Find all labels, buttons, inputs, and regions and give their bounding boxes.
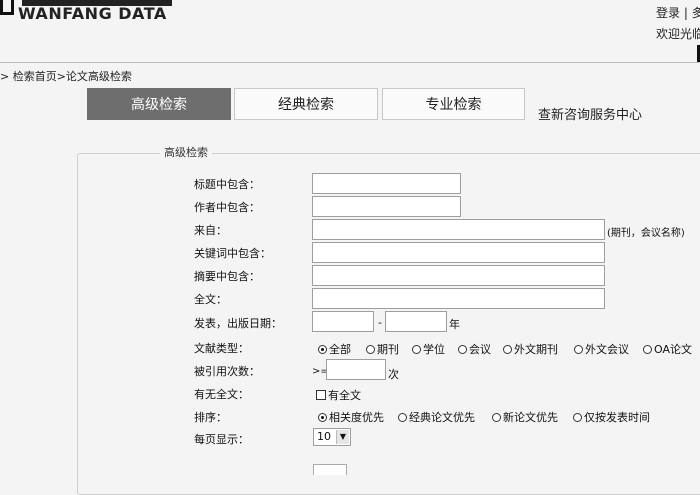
doctype-option-oa[interactable]: OA论文 (643, 341, 692, 357)
radio-icon[interactable] (643, 345, 652, 354)
radio-icon[interactable] (412, 345, 421, 354)
radio-icon[interactable] (398, 413, 407, 422)
perpage-label: 每页显示： (194, 433, 249, 446)
tab-professional-search[interactable]: 专业检索 (382, 88, 525, 120)
date-label: 发表，出版日期： (194, 317, 282, 330)
radio-icon[interactable] (492, 413, 501, 422)
perpage-select[interactable]: 10 ▼ (313, 428, 351, 446)
fieldset-legend: 高级检索 (160, 144, 212, 160)
sort-option-publish-time[interactable]: 仅按发表时间 (573, 409, 650, 425)
radio-icon[interactable] (318, 345, 327, 354)
login-link[interactable]: 登录 | 多 (656, 4, 700, 21)
sort-option-newest[interactable]: 新论文优先 (492, 409, 558, 425)
source-label: 来自： (194, 224, 227, 237)
author-label: 作者中包含： (194, 201, 260, 214)
header-divider (0, 62, 700, 63)
doctype-option-all[interactable]: 全部 (318, 341, 351, 357)
title-label: 标题中包含： (194, 178, 260, 191)
doctype-option-journal[interactable]: 期刊 (366, 341, 399, 357)
cited-count-input[interactable] (326, 359, 386, 380)
radio-icon[interactable] (574, 345, 583, 354)
fulltext-label: 全文： (194, 293, 227, 306)
chevron-down-icon[interactable]: ▼ (336, 430, 349, 444)
hasfull-option[interactable]: 有全文 (316, 387, 361, 403)
sort-label: 排序： (194, 411, 227, 424)
hasfull-label: 有无全文： (194, 388, 249, 401)
radio-icon[interactable] (573, 413, 582, 422)
consult-service-link[interactable]: 查新咨询服务中心 (538, 104, 642, 123)
keyword-label: 关键词中包含： (194, 247, 271, 260)
author-input[interactable] (312, 196, 461, 217)
date-from-input[interactable] (312, 311, 374, 332)
perpage-value: 10 (317, 430, 331, 443)
date-separator: - (378, 316, 382, 329)
radio-icon[interactable] (503, 345, 512, 354)
doctype-option-thesis[interactable]: 学位 (412, 341, 445, 357)
sort-option-classic[interactable]: 经典论文优先 (398, 409, 475, 425)
keyword-input[interactable] (312, 242, 605, 263)
welcome-text: 欢迎光临 (656, 27, 700, 41)
doctype-option-conference[interactable]: 会议 (458, 341, 491, 357)
sort-option-relevance[interactable]: 相关度优先 (318, 409, 384, 425)
fulltext-input[interactable] (312, 288, 605, 309)
checkbox-icon[interactable] (316, 390, 326, 400)
breadcrumb[interactable]: > 检索首页>论文高级检索 (0, 68, 132, 84)
tab-classic-search[interactable]: 经典检索 (234, 88, 378, 120)
cited-suffix: 次 (388, 368, 399, 381)
title-input[interactable] (312, 173, 461, 194)
logo-mark (0, 0, 14, 15)
radio-icon[interactable] (366, 345, 375, 354)
cited-label: 被引用次数： (194, 365, 260, 378)
doctype-label: 文献类型： (194, 342, 249, 355)
abstract-label: 摘要中包含： (194, 270, 260, 283)
doctype-option-foreign-conference[interactable]: 外文会议 (574, 341, 629, 357)
abstract-input[interactable] (312, 265, 605, 286)
logo-text: WANFANG DATA (18, 4, 167, 23)
radio-icon[interactable] (458, 345, 467, 354)
date-to-input[interactable] (385, 311, 447, 332)
source-note: (期刊，会议名称) (607, 228, 685, 239)
doctype-option-foreign-journal[interactable]: 外文期刊 (503, 341, 558, 357)
tab-advanced-search[interactable]: 高级检索 (87, 88, 231, 120)
date-suffix: 年 (449, 318, 460, 331)
radio-icon[interactable] (318, 413, 327, 422)
source-input[interactable] (312, 219, 605, 240)
